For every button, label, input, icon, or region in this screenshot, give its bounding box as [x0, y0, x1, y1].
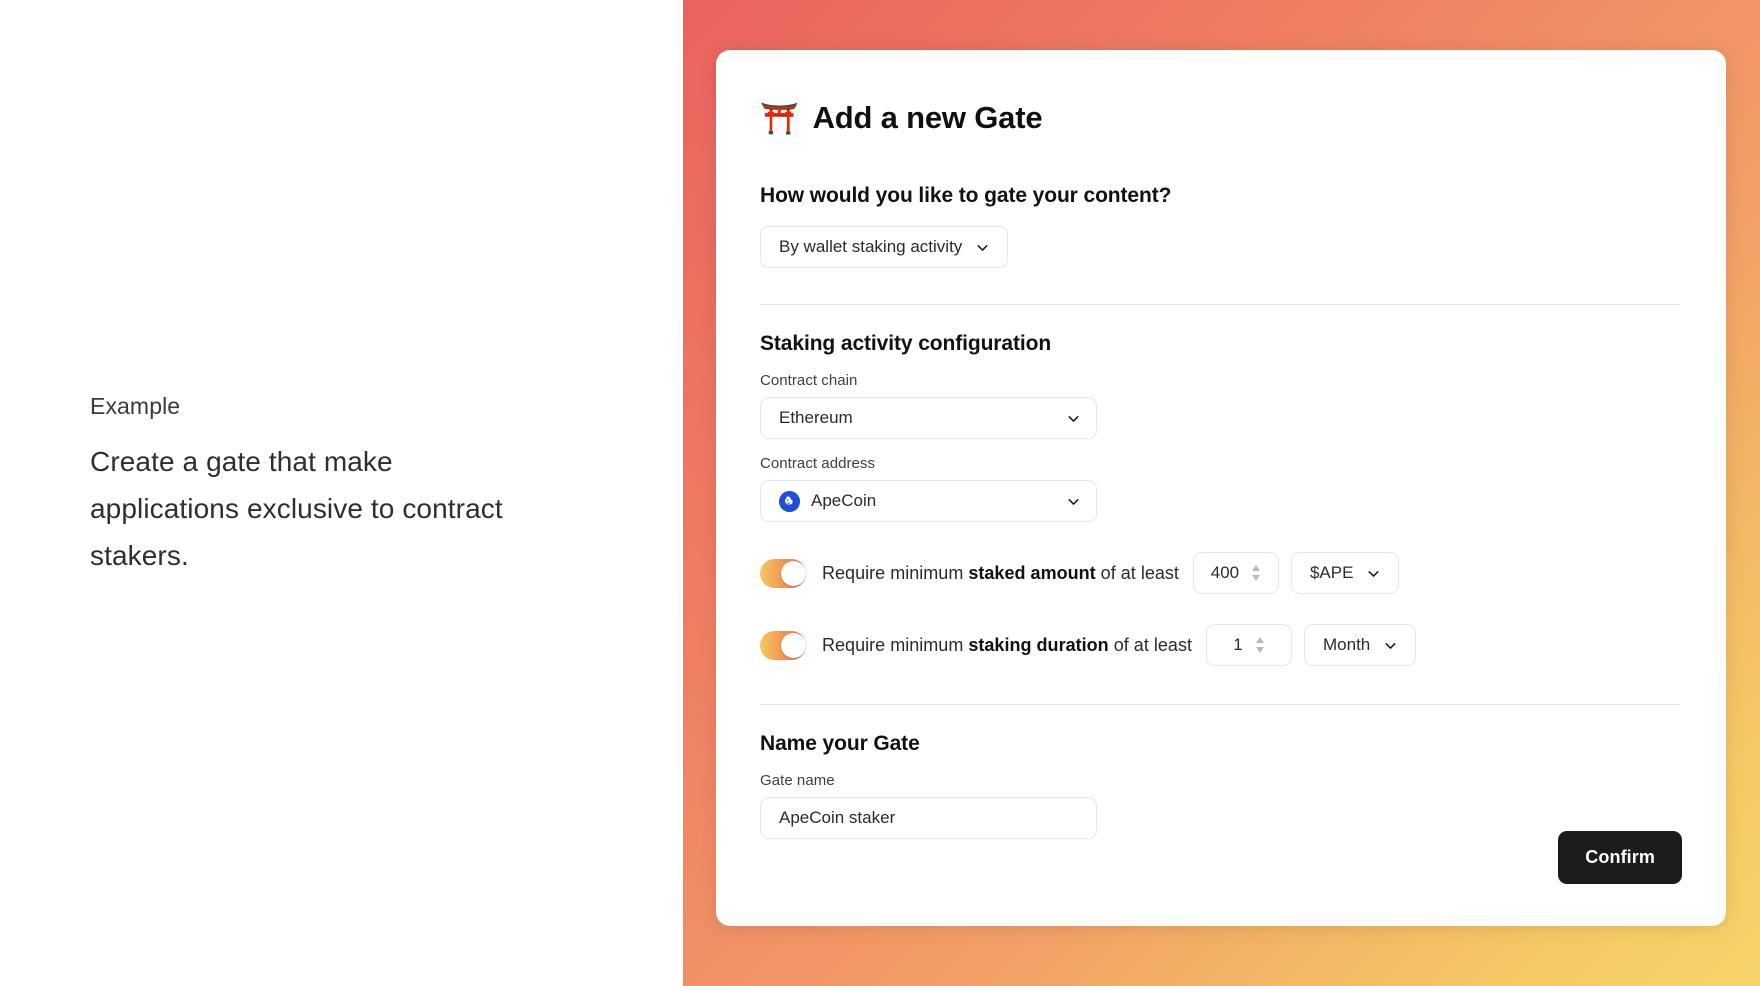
number-stepper-icon[interactable] — [1251, 565, 1261, 581]
add-gate-card: ⛩️ Add a new Gate How would you like to … — [716, 50, 1726, 926]
staked-amount-input[interactable]: 400 — [1192, 552, 1279, 594]
staking-duration-unit-select[interactable]: Month — [1304, 624, 1417, 666]
torii-gate-icon: ⛩️ — [760, 100, 799, 136]
chevron-down-icon — [1365, 565, 1382, 582]
contract-address-value: ApeCoin — [811, 491, 877, 510]
staking-duration-toggle[interactable] — [760, 630, 806, 660]
chevron-down-icon — [974, 239, 991, 256]
gating-method-row: By wallet staking activity — [760, 226, 1682, 268]
staking-duration-suffix: of at least — [1108, 634, 1192, 655]
contract-chain-value: Ethereum — [779, 408, 853, 427]
staked-amount-value: 400 — [1210, 563, 1240, 582]
confirm-button[interactable]: Confirm — [1558, 831, 1682, 884]
staked-amount-unit-value: $APE — [1309, 563, 1354, 582]
staking-duration-bold: staking duration — [968, 634, 1109, 655]
left-explanation-pane: Example Create a gate that make applicat… — [0, 0, 683, 986]
staking-duration-input[interactable]: 1 — [1206, 624, 1292, 666]
name-gate-title: Name your Gate — [760, 732, 920, 755]
staked-amount-bold: staked amount — [968, 562, 1096, 583]
divider-top — [760, 304, 1680, 305]
staked-amount-suffix: of at least — [1095, 562, 1179, 583]
toggle-knob — [781, 632, 806, 658]
page-title: Add a new Gate — [812, 100, 1043, 135]
gate-name-input[interactable]: ApeCoin staker — [760, 797, 1097, 839]
card-header: ⛩️ Add a new Gate — [760, 100, 1682, 136]
staking-config-title: Staking activity configuration — [760, 332, 1052, 355]
contract-chain-select[interactable]: Ethereum — [760, 397, 1097, 439]
gate-name-row: ApeCoin staker — [760, 797, 1682, 839]
staked-amount-prefix: Require minimum — [822, 562, 969, 583]
gating-method-value: By wallet staking activity — [779, 237, 963, 256]
number-stepper-icon[interactable] — [1255, 637, 1265, 653]
gate-name-value: ApeCoin staker — [779, 808, 896, 827]
staked-amount-unit-select[interactable]: $APE — [1290, 552, 1400, 594]
contract-address-value-wrap: ApeCoin — [779, 490, 877, 512]
contract-chain-row: Ethereum — [760, 397, 1682, 439]
staking-duration-rule-row: Require minimum staking duration of at l… — [760, 624, 1682, 666]
contract-address-label: Contract address — [760, 455, 876, 472]
chevron-down-icon — [1065, 493, 1082, 510]
staking-duration-value: 1 — [1233, 635, 1243, 654]
example-kicker: Example — [90, 393, 181, 419]
gate-name-label: Gate name — [760, 772, 835, 789]
apecoin-icon — [779, 490, 800, 512]
staking-duration-prefix: Require minimum — [822, 634, 969, 655]
contract-address-row: ApeCoin — [760, 480, 1682, 522]
app-screen: Example Create a gate that make applicat… — [0, 0, 1760, 986]
contract-chain-label: Contract chain — [760, 372, 858, 389]
staked-amount-rule-text: Require minimum staked amount of at leas… — [822, 563, 1179, 584]
card-actions: Confirm — [1558, 831, 1682, 884]
gradient-backdrop: ⛩️ Add a new Gate How would you like to … — [683, 0, 1760, 986]
staked-amount-toggle[interactable] — [760, 558, 806, 588]
contract-address-select[interactable]: ApeCoin — [760, 480, 1097, 522]
staking-duration-unit-value: Month — [1323, 635, 1371, 654]
divider-bottom — [760, 704, 1680, 705]
chevron-down-icon — [1382, 637, 1399, 654]
toggle-knob — [781, 560, 806, 586]
example-description: Create a gate that make applications exc… — [90, 445, 503, 571]
example-block: Example Create a gate that make applicat… — [90, 392, 530, 579]
chevron-down-icon — [1065, 410, 1082, 427]
staking-duration-rule-text: Require minimum staking duration of at l… — [822, 635, 1192, 656]
staked-amount-rule-row: Require minimum staked amount of at leas… — [760, 552, 1682, 594]
gating-method-select[interactable]: By wallet staking activity — [760, 226, 1009, 268]
contract-chain-value-wrap: Ethereum — [779, 408, 853, 428]
gating-question-label: How would you like to gate your content? — [760, 184, 1172, 207]
